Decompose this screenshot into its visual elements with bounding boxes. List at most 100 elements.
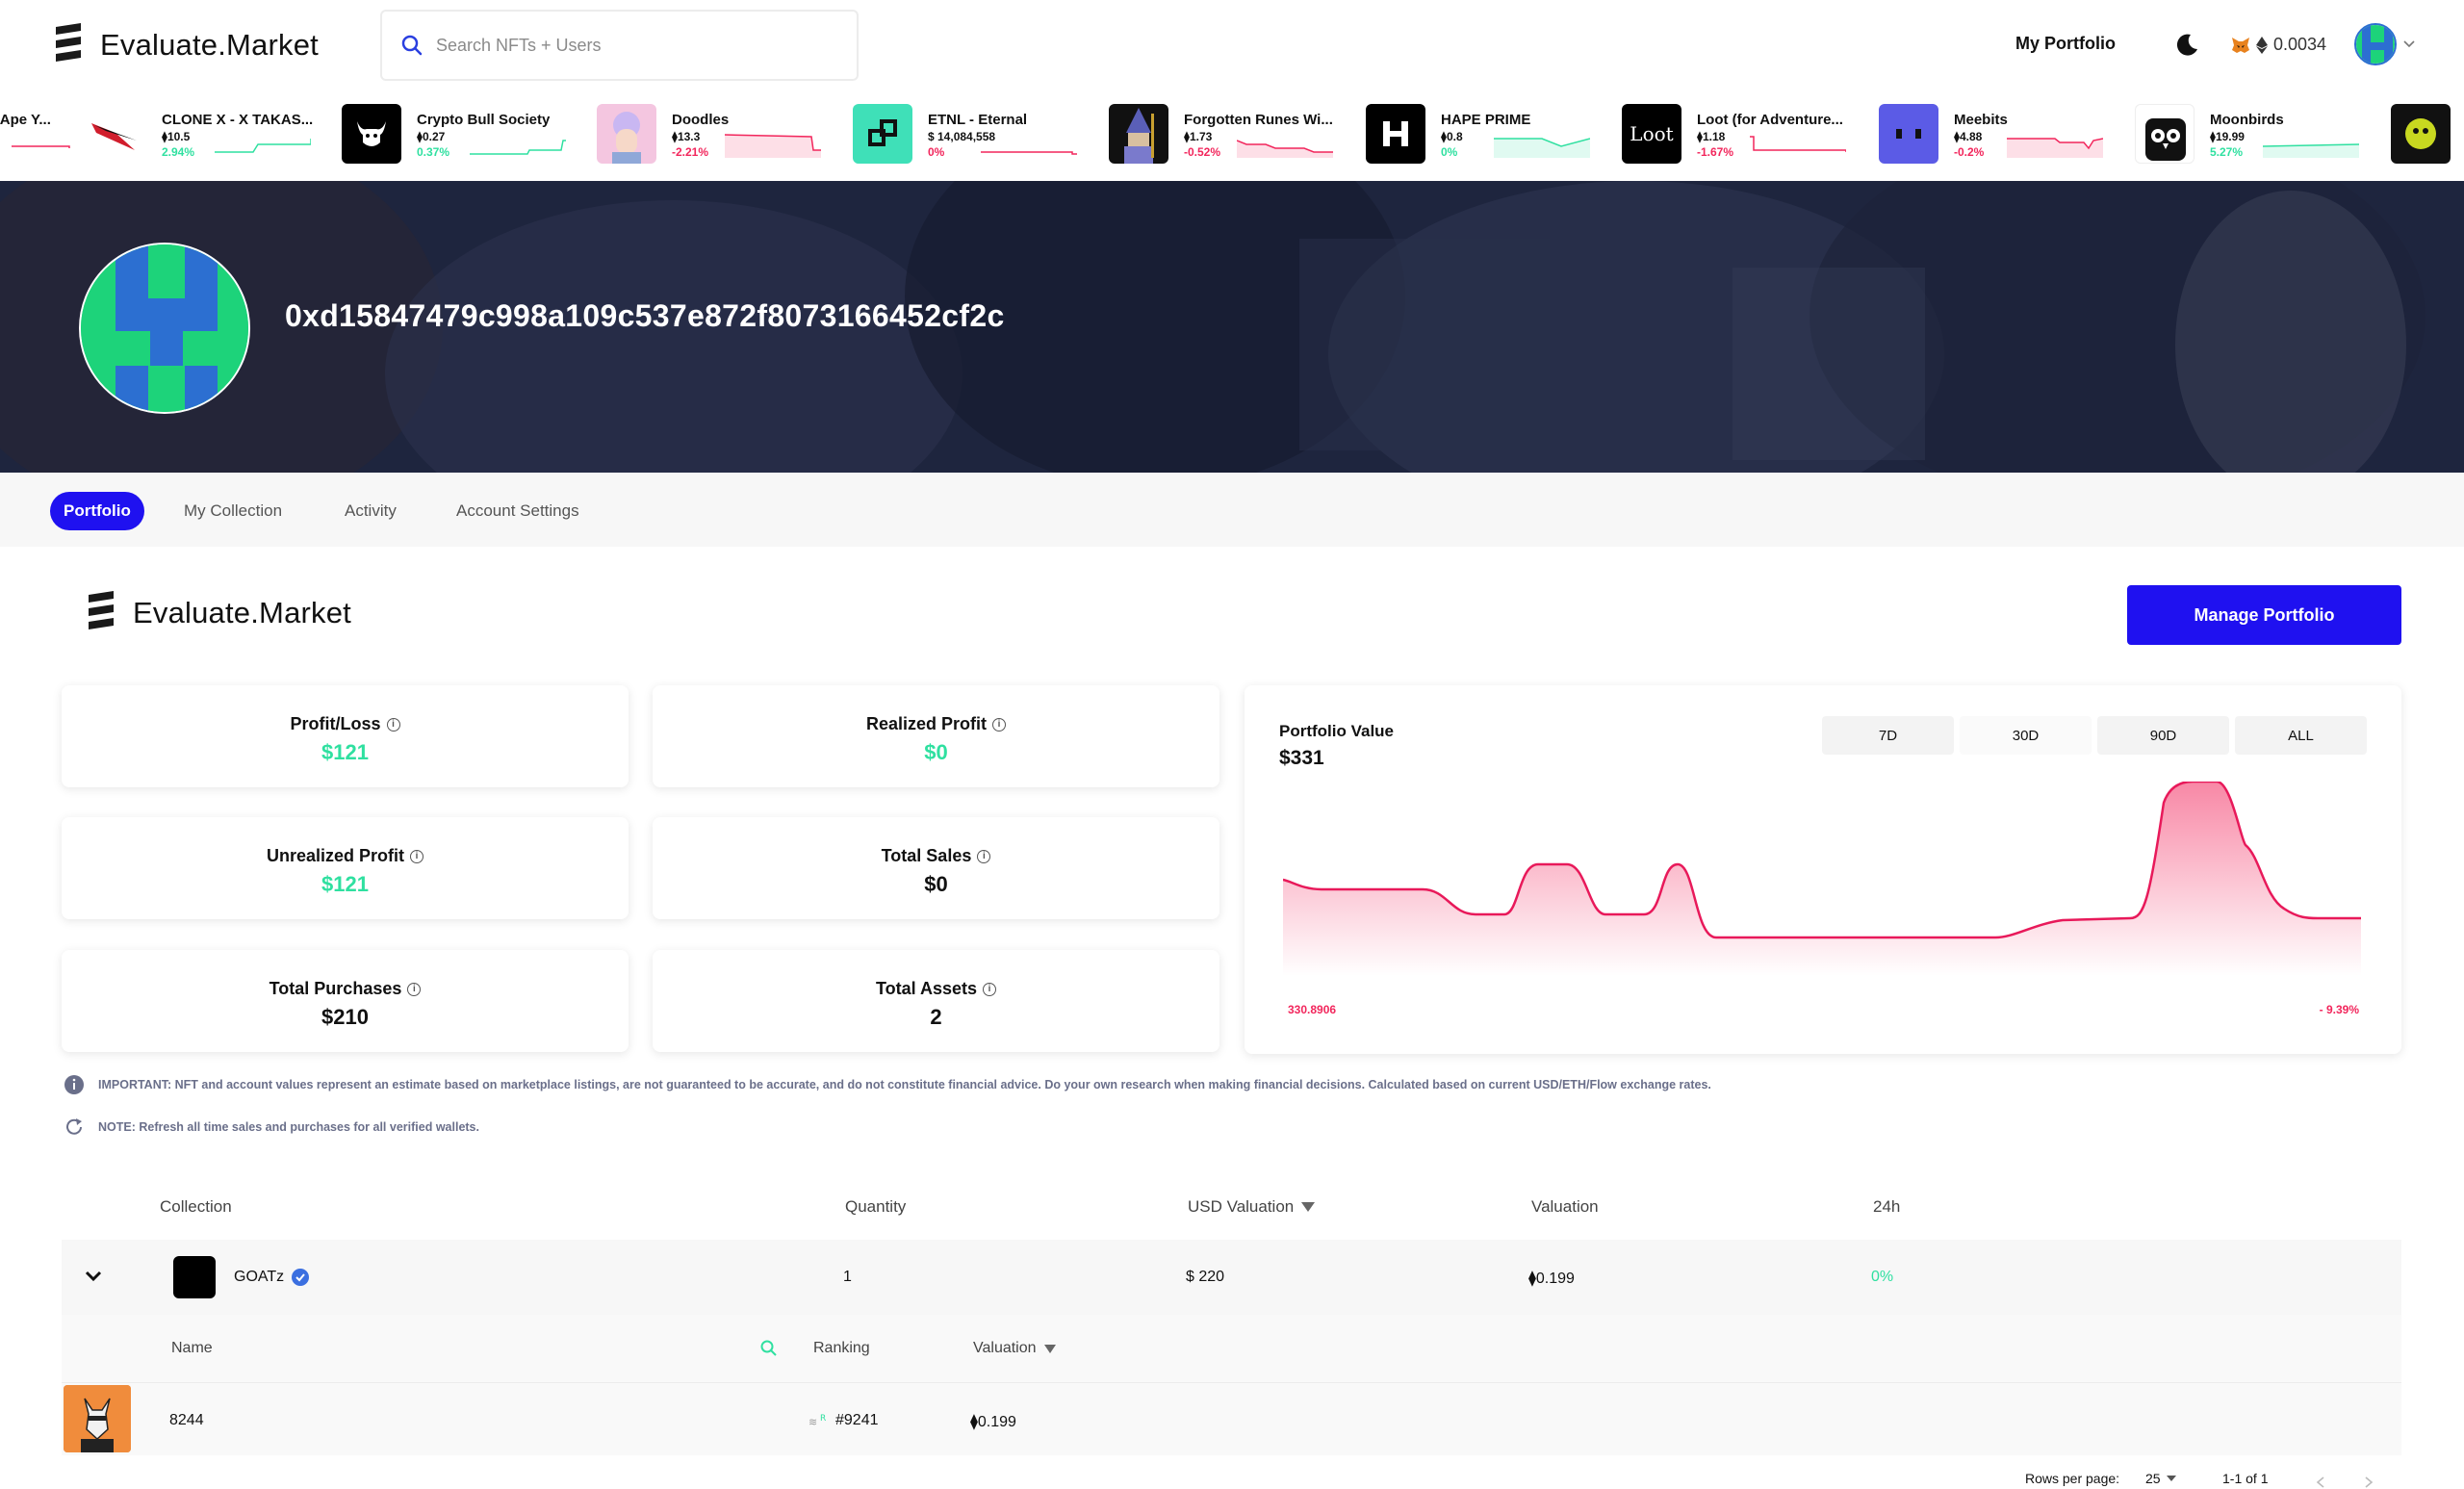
search-input[interactable] bbox=[436, 35, 821, 56]
collection-thumbnail: Loot bbox=[1622, 104, 1681, 164]
ticker-price: ⧫4.88 bbox=[1954, 130, 1983, 143]
th-usd-valuation-label: USD Valuation bbox=[1188, 1197, 1295, 1216]
range-90d-button[interactable]: 90D bbox=[2097, 716, 2229, 755]
search-box[interactable] bbox=[380, 10, 859, 81]
card-label: Unrealized Profit bbox=[266, 846, 405, 865]
rows-per-page-label: Rows per page: bbox=[2025, 1471, 2120, 1486]
ticker-name: Loot (for Adventure... bbox=[1697, 112, 1843, 128]
profile-avatar bbox=[79, 243, 250, 414]
user-avatar[interactable] bbox=[2354, 23, 2397, 65]
next-page-icon[interactable] bbox=[2364, 1476, 2374, 1488]
chart-area bbox=[1283, 782, 2361, 976]
card-value: 2 bbox=[930, 1005, 942, 1029]
info-icon[interactable]: i bbox=[410, 849, 424, 863]
collection-thumbnail bbox=[853, 104, 912, 164]
ticker-item[interactable]: ETNL - Eternal $ 14,084,558 0% bbox=[853, 104, 1106, 169]
th-quantity: Quantity bbox=[845, 1197, 907, 1216]
range-all-button[interactable]: ALL bbox=[2235, 716, 2367, 755]
ticker-item[interactable]: Meebits ⧫4.88 -0.2% bbox=[1879, 104, 2132, 169]
ticker-change: 0% bbox=[928, 145, 945, 159]
wallet-balance[interactable]: 0.0034 bbox=[2231, 35, 2326, 55]
info-icon[interactable]: i bbox=[992, 717, 1007, 732]
brand-logo[interactable]: Evaluate.Market bbox=[52, 23, 319, 67]
sort-desc-icon[interactable] bbox=[1301, 1202, 1316, 1212]
search-icon[interactable] bbox=[760, 1340, 778, 1357]
info-icon[interactable]: i bbox=[977, 849, 991, 863]
ticker-item[interactable]: CLONE X - X TAKAS... ⧫10.5 2.94% bbox=[87, 104, 340, 169]
collection-thumbnail bbox=[2135, 104, 2194, 164]
chevron-down-icon[interactable] bbox=[85, 1271, 102, 1282]
tab-activity[interactable]: Activity bbox=[345, 492, 397, 530]
collection-thumbnail bbox=[1109, 104, 1168, 164]
ticker-name: Doodles bbox=[672, 112, 730, 128]
collection-thumbnail bbox=[2391, 104, 2451, 164]
ticker-name: l Ape Y... bbox=[0, 112, 51, 128]
valuation-cell: ⧫0.199 bbox=[1528, 1271, 1575, 1287]
ticker-price: ⧫0.8 bbox=[1441, 130, 1463, 143]
metamask-fox-icon bbox=[2232, 37, 2249, 53]
chart-change-percent: - 9.39% bbox=[2319, 1003, 2359, 1016]
goat-avatar-icon bbox=[64, 1385, 131, 1452]
card-value: $0 bbox=[924, 872, 948, 896]
rows-per-page-select[interactable]: 25 bbox=[2145, 1471, 2176, 1486]
table-row[interactable]: GOATz 1 $ 220 ⧫0.199 0% bbox=[62, 1240, 2401, 1315]
tab-portfolio[interactable]: Portfolio bbox=[50, 492, 144, 530]
ticker-name: CLONE X - X TAKAS... bbox=[162, 112, 314, 128]
nft-name-cell[interactable]: 8244 bbox=[169, 1412, 204, 1429]
unrealized-profit-card: Unrealized Profit i $121 bbox=[62, 817, 629, 919]
collection-name-cell[interactable]: GOATz bbox=[234, 1269, 310, 1286]
avatar-identicon-icon bbox=[2356, 25, 2395, 64]
my-portfolio-link[interactable]: My Portfolio bbox=[2015, 34, 2116, 54]
logo-icon bbox=[56, 23, 81, 62]
card-value: $121 bbox=[321, 872, 369, 896]
moonbird-avatar-icon bbox=[2145, 118, 2186, 161]
wallet-address: 0xd15847479c998a109c537e872f8073166452cf… bbox=[285, 298, 1005, 333]
nft-valuation-cell: ⧫0.199 bbox=[970, 1414, 1016, 1430]
profit-loss-card: Profit/Loss i $121 bbox=[62, 685, 629, 787]
ticker-name: Moonbirds bbox=[2210, 112, 2284, 128]
th-valuation: Valuation bbox=[1531, 1197, 1599, 1216]
prev-page-icon[interactable] bbox=[2316, 1476, 2325, 1488]
ticker-sparkline bbox=[470, 140, 566, 155]
ticker-item[interactable]: Forgotten Runes Wi... ⧫1.73 -0.52% bbox=[1109, 104, 1362, 169]
ticker-name: ETNL - Eternal bbox=[928, 112, 1028, 128]
ticker-item[interactable]: HAPE PRIME ⧫0.8 0% bbox=[1366, 104, 1619, 169]
dropdown-caret-icon bbox=[2166, 1476, 2176, 1481]
sub-table-header: Name Ranking Valuation bbox=[62, 1315, 2401, 1382]
tab-my-collection[interactable]: My Collection bbox=[184, 492, 282, 530]
manage-portfolio-button[interactable]: Manage Portfolio bbox=[2127, 585, 2401, 645]
collection-name: GOATz bbox=[234, 1269, 285, 1285]
card-label: Total Purchases bbox=[269, 979, 402, 998]
ticker-item[interactable]: Doodles ⧫13.3 -2.21% bbox=[597, 104, 850, 169]
sort-desc-icon[interactable] bbox=[1043, 1344, 1056, 1353]
ticker-sparkline bbox=[1237, 140, 1333, 158]
nft-row[interactable]: 8244 ≋ R #9241 ⧫0.199 bbox=[62, 1382, 2401, 1455]
ticker-sparkline bbox=[12, 145, 70, 148]
range-selector: 7D 30D 90D ALL bbox=[1822, 716, 2367, 755]
collection-ticker: l Ape Y... CLONE X - X TAKAS... ⧫10.5 2.… bbox=[0, 92, 2464, 181]
info-icon[interactable]: i bbox=[983, 982, 997, 996]
info-icon[interactable]: i bbox=[407, 982, 422, 996]
th-usd-valuation[interactable]: USD Valuation bbox=[1188, 1197, 1316, 1217]
etnl-logo-icon bbox=[868, 119, 897, 146]
rows-per-page-value: 25 bbox=[2145, 1471, 2161, 1486]
ticker-price: ⧫13.3 bbox=[672, 130, 701, 143]
ticker-item[interactable]: Moonbirds ⧫19.99 5.27% bbox=[2135, 104, 2388, 169]
range-30d-button[interactable]: 30D bbox=[1960, 716, 2092, 755]
ticker-item[interactable]: Crypto Bull Society ⧫0.27 0.37% bbox=[342, 104, 595, 169]
refresh-icon[interactable] bbox=[64, 1117, 85, 1138]
ticker-item[interactable]: Loot Loot (for Adventure... ⧫1.18 -1.67% bbox=[1622, 104, 1875, 169]
info-icon[interactable]: i bbox=[386, 717, 400, 732]
ticker-item[interactable] bbox=[2391, 104, 2451, 169]
chart-low-value: 330.8906 bbox=[1288, 1003, 1337, 1016]
portfolio-area-chart bbox=[1283, 782, 2361, 976]
dark-mode-toggle-icon[interactable] bbox=[2173, 32, 2200, 59]
chevron-down-icon[interactable] bbox=[2403, 40, 2415, 48]
th-24h: 24h bbox=[1873, 1197, 1901, 1216]
ticker-sparkline bbox=[725, 134, 821, 158]
range-7d-button[interactable]: 7D bbox=[1822, 716, 1954, 755]
ticker-item[interactable]: l Ape Y... bbox=[0, 104, 70, 169]
sub-th-valuation[interactable]: Valuation bbox=[973, 1340, 1056, 1357]
loot-logo-text: Loot bbox=[1630, 122, 1674, 145]
tab-account-settings[interactable]: Account Settings bbox=[456, 492, 579, 530]
